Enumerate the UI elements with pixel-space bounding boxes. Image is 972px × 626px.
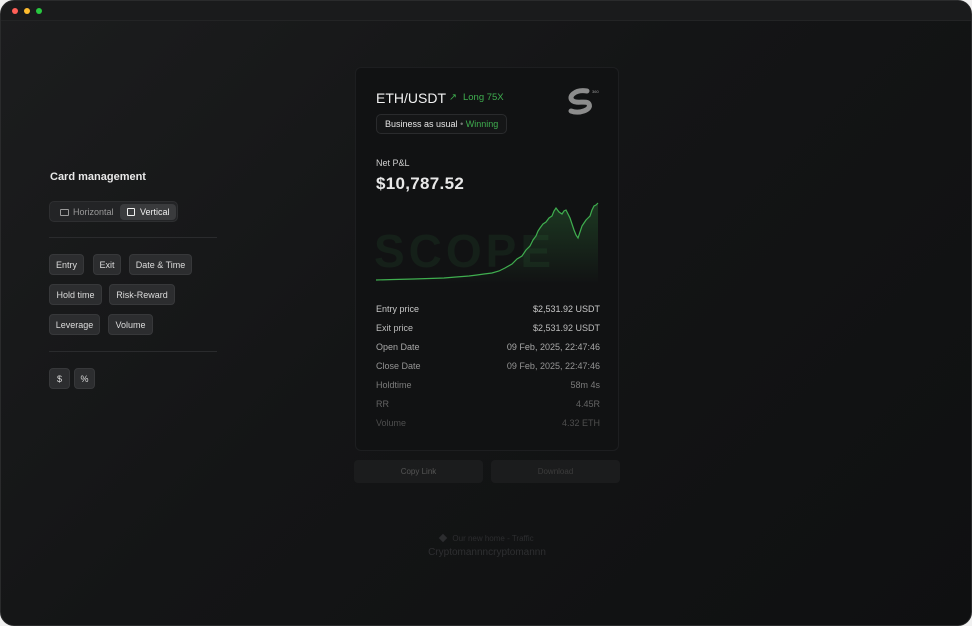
- stat-label: Close Date: [376, 361, 421, 371]
- stat-label: Entry price: [376, 304, 420, 314]
- chip-risk-reward[interactable]: Risk-Reward: [109, 284, 175, 305]
- svg-text:360: 360: [592, 89, 599, 94]
- pnl-label: Net P&L: [376, 158, 410, 168]
- download-button[interactable]: Download: [491, 460, 620, 483]
- chip-dollar[interactable]: $: [49, 368, 70, 389]
- stat-value: 4.32 ETH: [561, 418, 600, 428]
- chip-exit[interactable]: Exit: [93, 254, 121, 275]
- horizontal-label: Horizontal: [73, 207, 114, 217]
- horizontal-card-icon: [60, 209, 69, 216]
- status-tag: Business as usual • Winning: [376, 114, 508, 134]
- close-window-button[interactable]: [12, 8, 18, 14]
- direction-label: Long 75X: [462, 92, 504, 103]
- footer-link[interactable]: Cryptomannncryptomannn: [1, 547, 971, 558]
- tag-text: Business as usual: [385, 119, 458, 129]
- footer-note-text: Our new home - Traffic: [452, 534, 534, 543]
- vertical-option[interactable]: Vertical: [120, 204, 176, 220]
- chip-entry[interactable]: Entry: [49, 254, 84, 275]
- arrow-up-right-icon: ↗: [449, 92, 457, 103]
- chip-hold-time[interactable]: Hold time: [49, 284, 102, 305]
- tag-status: Winning: [465, 119, 499, 129]
- pnl-value: $10,787.52: [376, 174, 465, 193]
- stat-value: $2,531.92 USDT: [532, 304, 600, 314]
- horizontal-option[interactable]: Horizontal: [53, 204, 119, 220]
- footer-note: Our new home - Traffic: [1, 533, 971, 543]
- trading-pair: ETH/USDT: [376, 90, 446, 106]
- title-bar: [1, 1, 971, 21]
- divider: [49, 237, 217, 238]
- brand-logo-icon: 360: [568, 88, 599, 115]
- stat-value: 58m 4s: [570, 380, 600, 390]
- stat-row: Entry price $2,531.92 USDT: [376, 304, 600, 318]
- vertical-label: Vertical: [140, 207, 170, 217]
- diamond-icon: [439, 533, 448, 543]
- vertical-card-icon: [127, 208, 135, 216]
- stat-row: Close Date 09 Feb, 2025, 22:47:46: [376, 361, 600, 375]
- chip-date-time[interactable]: Date & Time: [129, 254, 192, 275]
- maximize-window-button[interactable]: [36, 8, 42, 14]
- tag-separator: •: [460, 119, 464, 129]
- stat-value: $2,531.92 USDT: [532, 323, 600, 333]
- position-direction: ↗ Long 75X: [449, 92, 504, 103]
- stat-row: Holdtime 58m 4s: [376, 380, 600, 394]
- stat-row: RR 4.45R: [376, 399, 600, 413]
- stat-row: Exit price $2,531.92 USDT: [376, 323, 600, 337]
- copy-link-button[interactable]: Copy Link: [354, 460, 483, 483]
- stat-label: Exit price: [376, 323, 414, 333]
- stat-value: 09 Feb, 2025, 22:47:46: [506, 361, 600, 371]
- divider: [49, 351, 217, 352]
- chip-leverage[interactable]: Leverage: [49, 314, 100, 335]
- minimize-window-button[interactable]: [24, 8, 30, 14]
- chip-volume[interactable]: Volume: [108, 314, 153, 335]
- card-management-title: Card management: [50, 171, 146, 183]
- sparkline-area: [376, 203, 598, 284]
- stat-value: 09 Feb, 2025, 22:47:46: [506, 342, 600, 352]
- stat-value: 4.45R: [575, 399, 600, 409]
- pnl-card: ETH/USDT ↗ Long 75X 360 Business as usual…: [355, 67, 619, 451]
- stat-row: Volume 4.32 ETH: [376, 418, 600, 432]
- stat-label: Volume: [376, 418, 407, 428]
- orientation-toggle: Horizontal Vertical: [49, 201, 178, 222]
- stat-row: Open Date 09 Feb, 2025, 22:47:46: [376, 342, 600, 356]
- stat-label: RR: [376, 399, 389, 409]
- stat-label: Open Date: [376, 342, 420, 352]
- chip-percent[interactable]: %: [74, 368, 95, 389]
- stat-label: Holdtime: [376, 380, 412, 390]
- pnl-sparkline: [375, 202, 599, 284]
- app-window: Card management Horizontal Vertical Entr…: [0, 0, 972, 626]
